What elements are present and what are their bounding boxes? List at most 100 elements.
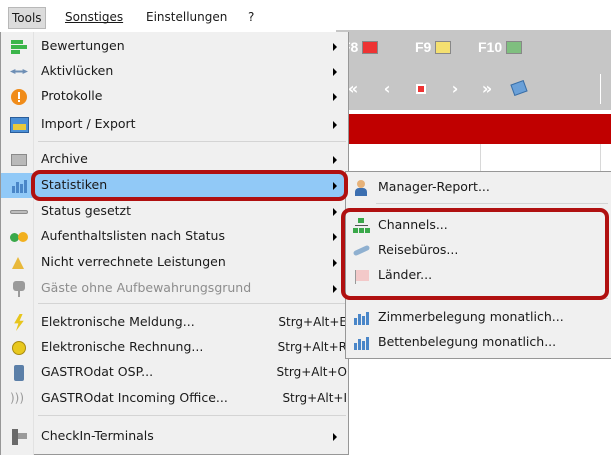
menu-item-label: Bewertungen bbox=[41, 38, 125, 53]
menu-item-nicht-verrechnet[interactable]: Nicht verrechnete Leistungen bbox=[1, 250, 350, 275]
shortcut-label: Strg+Alt+E bbox=[278, 315, 347, 329]
menu-item-gaeste-ohne-aufbewahrungsgrund: Gäste ohne Aufbewahrungsgrund bbox=[1, 276, 350, 301]
toolbar-divider bbox=[600, 74, 601, 104]
menu-item-label: Import / Export bbox=[41, 116, 136, 131]
menu-item-aktivluecken[interactable]: Aktivlücken bbox=[1, 59, 350, 84]
archive-icon bbox=[10, 151, 28, 168]
shortcut-label: Strg+Alt+O bbox=[276, 365, 347, 379]
tool-icon-button[interactable] bbox=[508, 78, 530, 100]
submenu-item-zimmerbelegung[interactable]: Zimmerbelegung monatlich... bbox=[346, 305, 611, 330]
menu-item-archive[interactable]: Archive bbox=[1, 147, 350, 172]
toolbar: F8 F9 F10 « ‹ › » bbox=[336, 30, 611, 110]
green-bars-icon bbox=[10, 38, 28, 55]
menu-sonstiges[interactable]: Sonstiges bbox=[62, 8, 126, 26]
f10-button[interactable]: F10 bbox=[478, 39, 523, 55]
invoice-icon bbox=[10, 339, 28, 356]
lightning-icon bbox=[10, 314, 28, 331]
terminal-icon bbox=[10, 428, 28, 445]
submenu-arrow-icon bbox=[333, 233, 337, 241]
menu-item-label: Archive bbox=[41, 151, 88, 166]
network-icon bbox=[352, 217, 370, 234]
submenu-item-label: Zimmerbelegung monatlich... bbox=[378, 309, 564, 324]
submenu-arrow-icon bbox=[333, 121, 337, 129]
menu-item-label: CheckIn-Terminals bbox=[41, 428, 154, 443]
submenu-arrow-icon bbox=[333, 433, 337, 441]
import-export-icon bbox=[10, 116, 29, 133]
menu-item-label: Protokolle bbox=[41, 88, 103, 103]
bar-chart-icon bbox=[352, 309, 370, 326]
submenu-arrow-icon bbox=[333, 156, 337, 164]
submenu-item-reisebueros[interactable]: Reisebüros... bbox=[346, 238, 611, 263]
stop-button[interactable] bbox=[410, 78, 432, 100]
submenu-arrow-icon bbox=[333, 93, 337, 101]
menu-item-bewertungen[interactable]: Bewertungen bbox=[1, 34, 350, 59]
submenu-arrow-icon bbox=[333, 68, 337, 76]
grid-divider bbox=[480, 144, 481, 174]
menu-item-label: Aktivlücken bbox=[41, 63, 114, 78]
menu-item-elektronische-rechnung[interactable]: Elektronische Rechnung... Strg+Alt+R bbox=[1, 335, 350, 360]
flag-icon bbox=[352, 267, 370, 284]
prev-record-button[interactable]: ‹ bbox=[376, 78, 398, 100]
pencil-icon bbox=[10, 203, 28, 220]
menu-separator bbox=[38, 303, 346, 304]
coins-icon bbox=[10, 254, 28, 271]
menu-item-label: Elektronische Rechnung... bbox=[41, 339, 204, 354]
menu-item-label: Status gesetzt bbox=[41, 203, 131, 218]
menu-item-elektronische-meldung[interactable]: Elektronische Meldung... Strg+Alt+E bbox=[1, 310, 350, 335]
menu-item-gastrodat-incoming-office[interactable]: ))) GASTROdat Incoming Office... Strg+Al… bbox=[1, 386, 350, 411]
menu-item-label: GASTROdat OSP... bbox=[41, 364, 154, 379]
submenu-item-label: Reisebüros... bbox=[378, 242, 459, 257]
menu-item-checkin-terminals[interactable]: CheckIn-Terminals bbox=[1, 424, 350, 449]
submenu-item-channels[interactable]: Channels... bbox=[346, 213, 611, 238]
submenu-arrow-icon bbox=[333, 43, 337, 51]
menu-item-import-export[interactable]: Import / Export bbox=[1, 112, 350, 137]
tools-menu: Bewertungen Aktivlücken Protokolle Impor… bbox=[0, 32, 350, 455]
f10-icon bbox=[506, 41, 523, 54]
menu-separator bbox=[376, 203, 608, 204]
plane-icon bbox=[352, 242, 371, 259]
menu-item-aufenthaltslisten[interactable]: Aufenthaltslisten nach Status bbox=[1, 224, 350, 249]
submenu-arrow-icon bbox=[333, 259, 337, 267]
submenu-item-bettenbelegung[interactable]: Bettenbelegung monatlich... bbox=[346, 330, 611, 355]
menu-item-label: Gäste ohne Aufbewahrungsgrund bbox=[41, 280, 252, 295]
f8-icon bbox=[362, 41, 379, 54]
submenu-arrow-icon bbox=[333, 208, 337, 216]
grid-divider bbox=[600, 144, 601, 174]
menu-item-statistiken[interactable]: Statistiken bbox=[1, 173, 350, 198]
submenu-item-manager-report[interactable]: Manager-Report... bbox=[346, 175, 611, 200]
menu-item-label: GASTROdat Incoming Office... bbox=[41, 390, 228, 405]
osp-icon bbox=[10, 364, 28, 381]
menu-separator bbox=[38, 141, 346, 142]
f9-icon bbox=[435, 41, 452, 54]
submenu-item-label: Bettenbelegung monatlich... bbox=[378, 334, 557, 349]
people-icon bbox=[10, 228, 28, 245]
f9-button[interactable]: F9 bbox=[415, 39, 452, 55]
menu-item-status-gesetzt[interactable]: Status gesetzt bbox=[1, 199, 350, 224]
bar-chart-icon bbox=[352, 334, 370, 351]
orange-warning-icon bbox=[10, 88, 28, 105]
menu-item-label: Aufenthaltslisten nach Status bbox=[41, 228, 225, 243]
menu-help[interactable]: ? bbox=[245, 8, 257, 26]
submenu-item-label: Manager-Report... bbox=[378, 179, 490, 194]
submenu-item-laender[interactable]: Länder... bbox=[346, 263, 611, 288]
next-record-button[interactable]: › bbox=[444, 78, 466, 100]
submenu-arrow-icon bbox=[333, 182, 337, 190]
submenu-arrow-icon bbox=[333, 285, 337, 293]
last-record-button[interactable]: » bbox=[476, 78, 498, 100]
menu-tools[interactable]: Tools bbox=[8, 7, 46, 29]
grid-row bbox=[336, 144, 611, 174]
submenu-item-label: Channels... bbox=[378, 217, 448, 232]
menu-separator bbox=[376, 298, 608, 299]
menu-separator bbox=[38, 415, 346, 416]
menu-item-protokolle[interactable]: Protokolle bbox=[1, 84, 350, 109]
menu-item-label: Elektronische Meldung... bbox=[41, 314, 195, 329]
menu-item-gastrodat-osp[interactable]: GASTROdat OSP... Strg+Alt+O bbox=[1, 360, 350, 385]
menu-einstellungen[interactable]: Einstellungen bbox=[143, 8, 230, 26]
menu-bar: Tools Sonstiges Einstellungen ? bbox=[0, 0, 611, 30]
shortcut-label: Strg+Alt+I bbox=[282, 391, 347, 405]
manager-icon bbox=[352, 179, 370, 196]
submenu-item-label: Länder... bbox=[378, 267, 433, 282]
wave-icon: ))) bbox=[10, 391, 25, 405]
shortcut-label: Strg+Alt+R bbox=[277, 340, 347, 354]
header-bar bbox=[336, 114, 611, 144]
